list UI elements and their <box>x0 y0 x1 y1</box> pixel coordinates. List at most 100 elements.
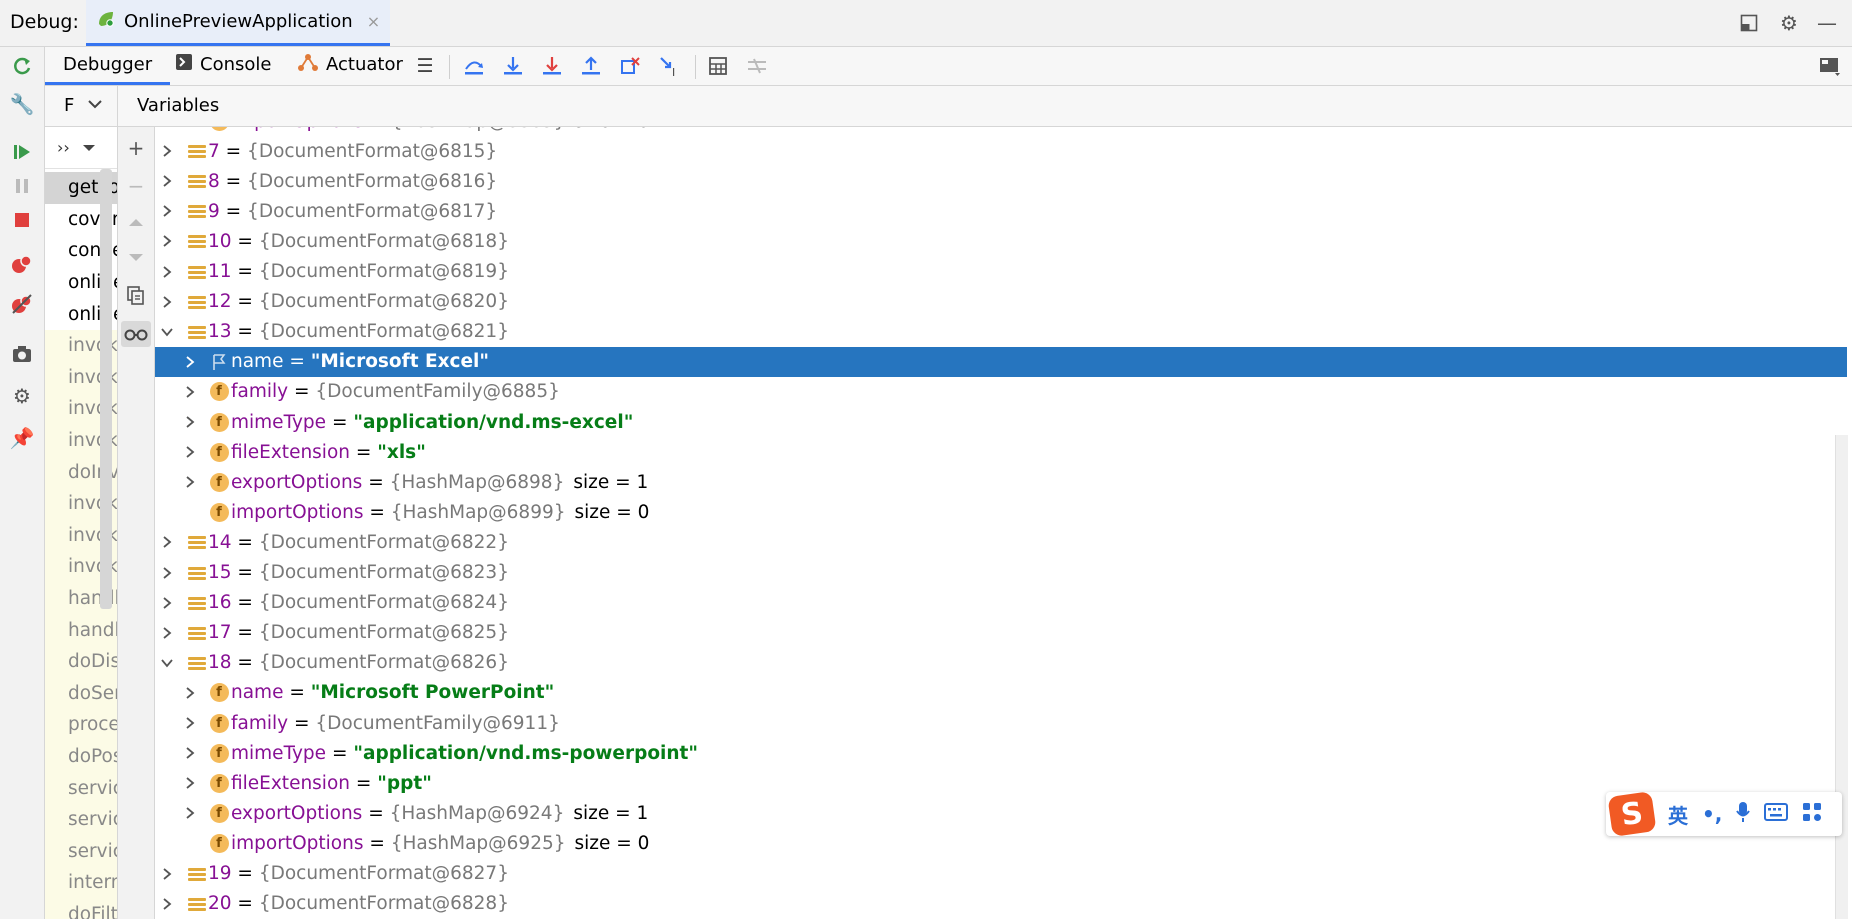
chevron-right-icon[interactable] <box>159 203 175 219</box>
chevron-right-icon[interactable] <box>159 534 175 550</box>
chevron-down-icon[interactable] <box>87 94 103 119</box>
step-over-icon[interactable] <box>461 53 487 79</box>
chevron-right-icon[interactable] <box>159 173 175 189</box>
chevron-right-icon[interactable] <box>159 264 175 280</box>
chevron-right-icon[interactable] <box>182 414 198 430</box>
variable-row[interactable]: 20 = {DocumentFormat@6828} <box>155 889 1847 919</box>
frame-item[interactable]: servic <box>45 772 117 804</box>
wrench-icon[interactable]: 🔧 <box>9 91 35 117</box>
run-to-cursor-icon[interactable]: I <box>656 53 682 79</box>
frame-item[interactable]: servic <box>45 804 117 836</box>
frame-item[interactable]: doSer <box>45 677 117 710</box>
chevron-right-icon[interactable] <box>159 143 175 159</box>
variable-row[interactable]: f name = "Microsoft PowerPoint" <box>155 678 1847 708</box>
frame-item[interactable]: doDis <box>45 646 117 678</box>
close-tab-icon[interactable]: × <box>367 12 380 31</box>
force-step-into-icon[interactable] <box>539 53 565 79</box>
apps-icon[interactable] <box>1802 802 1822 827</box>
chevron-right-icon[interactable] <box>159 595 175 611</box>
gear-icon[interactable]: ⚙ <box>1776 10 1802 36</box>
pin-icon[interactable]: 📌 <box>9 425 35 451</box>
chevron-right-icon[interactable] <box>182 354 198 370</box>
chevron-right-icon[interactable] <box>182 384 198 400</box>
step-into-icon[interactable] <box>500 53 526 79</box>
layout-icon[interactable] <box>1736 10 1762 36</box>
chevron-right-icon[interactable] <box>159 866 175 882</box>
chevron-right-icon[interactable] <box>159 896 175 912</box>
pause-icon[interactable] <box>9 173 35 199</box>
evaluate-expression-icon[interactable] <box>705 53 731 79</box>
view-breakpoints-icon[interactable] <box>9 251 35 277</box>
chevron-down-icon[interactable] <box>159 324 175 340</box>
chevron-right-icon[interactable] <box>182 745 198 761</box>
variable-row[interactable]: 14 = {DocumentFormat@6822} <box>155 527 1847 557</box>
frame-item[interactable]: handl <box>45 614 117 646</box>
variable-row[interactable]: fimportOptions = {HashMap@6869} size = 0 <box>155 127 1847 136</box>
variable-row[interactable]: 19 = {DocumentFormat@6827} <box>155 859 1847 889</box>
move-up-icon[interactable] <box>123 209 149 235</box>
drop-frame-icon[interactable] <box>617 53 643 79</box>
run-configuration-tab[interactable]: OnlinePreviewApplication × <box>86 0 391 46</box>
variable-row[interactable]: 16 = {DocumentFormat@6824} <box>155 588 1847 618</box>
variable-row[interactable]: 13 = {DocumentFormat@6821} <box>155 317 1847 347</box>
variable-row[interactable]: 17 = {DocumentFormat@6825} <box>155 618 1847 648</box>
variable-row[interactable]: 12 = {DocumentFormat@6820} <box>155 287 1847 317</box>
move-down-icon[interactable] <box>123 245 149 271</box>
chevron-right-icon[interactable] <box>182 775 198 791</box>
resume-icon[interactable] <box>9 139 35 165</box>
chevron-right-icon[interactable] <box>182 805 198 821</box>
variable-row[interactable]: f exportOptions = {HashMap@6924} size = 1 <box>155 798 1847 828</box>
variable-row[interactable]: 11 = {DocumentFormat@6819} <box>155 257 1847 287</box>
variable-row[interactable]: f fileExtension = "ppt" <box>155 768 1847 798</box>
settings-icon[interactable]: ⚙ <box>9 383 35 409</box>
variable-row[interactable]: 10 = {DocumentFormat@6818} <box>155 226 1847 256</box>
variable-row[interactable]: f family = {DocumentFamily@6911} <box>155 708 1847 738</box>
variable-row[interactable]: f mimeType = "application/vnd.ms-excel" <box>155 407 1847 437</box>
chevron-down-icon[interactable] <box>159 655 175 671</box>
menu-icon[interactable]: ☰ <box>412 53 438 79</box>
tab-debugger[interactable]: Debugger <box>45 47 171 85</box>
variable-row[interactable]: 8 = {DocumentFormat@6816} <box>155 166 1847 196</box>
copy-icon[interactable] <box>123 283 149 309</box>
chevron-right-icon[interactable] <box>159 294 175 310</box>
ime-punctuation-toggle[interactable]: •, <box>1702 802 1722 826</box>
chevron-right-icon[interactable] <box>159 625 175 641</box>
variables-scrollbar[interactable] <box>1835 435 1848 919</box>
chevron-right-icon[interactable] <box>182 715 198 731</box>
tab-actuator[interactable]: Actuator <box>297 47 403 82</box>
sogou-logo-icon[interactable]: S <box>1607 791 1657 837</box>
chevron-right-icon[interactable] <box>182 444 198 460</box>
chevron-right-icon[interactable] <box>159 565 175 581</box>
step-out-icon[interactable] <box>578 53 604 79</box>
glasses-icon[interactable] <box>121 321 151 347</box>
frame-item[interactable]: doFilt <box>45 898 117 919</box>
microphone-icon[interactable] <box>1736 801 1751 828</box>
variable-row[interactable]: f importOptions = {HashMap@6925} size = 0 <box>155 828 1847 858</box>
frame-item[interactable]: proce <box>45 709 117 741</box>
camera-icon[interactable] <box>9 341 35 367</box>
chevron-right-icon[interactable] <box>182 474 198 490</box>
ime-language-toggle[interactable]: 英 <box>1668 800 1688 829</box>
variable-row[interactable]: 9 = {DocumentFormat@6817} <box>155 196 1847 226</box>
variable-row[interactable]: f mimeType = "application/vnd.ms-powerpoi… <box>155 738 1847 768</box>
rerun-icon[interactable] <box>9 53 35 79</box>
trace-current-stream-icon[interactable] <box>744 53 770 79</box>
tab-console[interactable]: Console <box>175 47 271 82</box>
variable-row[interactable]: f importOptions = {HashMap@6899} size = 0 <box>155 497 1847 527</box>
variable-row[interactable]: 18 = {DocumentFormat@6826} <box>155 648 1847 678</box>
minimize-icon[interactable]: — <box>1814 10 1840 36</box>
variable-row[interactable]: f fileExtension = "xls" <box>155 437 1847 467</box>
mute-breakpoints-icon[interactable] <box>9 291 35 317</box>
stop-icon[interactable] <box>9 207 35 233</box>
variable-row-selected[interactable]: name = "Microsoft Excel" <box>155 346 1847 377</box>
frames-scrollbar[interactable] <box>100 169 112 609</box>
keyboard-icon[interactable] <box>1764 802 1789 826</box>
variable-row[interactable]: f family = {DocumentFamily@6885} <box>155 377 1847 407</box>
chevron-right-icon[interactable] <box>159 233 175 249</box>
frame-item[interactable]: doPos <box>45 740 117 773</box>
frame-item[interactable]: servic <box>45 835 117 868</box>
remove-watch-icon[interactable]: − <box>123 173 149 199</box>
chevron-right-icon[interactable] <box>182 685 198 701</box>
frame-item[interactable]: intern <box>45 867 117 899</box>
variable-row[interactable]: f exportOptions = {HashMap@6898} size = 1 <box>155 467 1847 497</box>
